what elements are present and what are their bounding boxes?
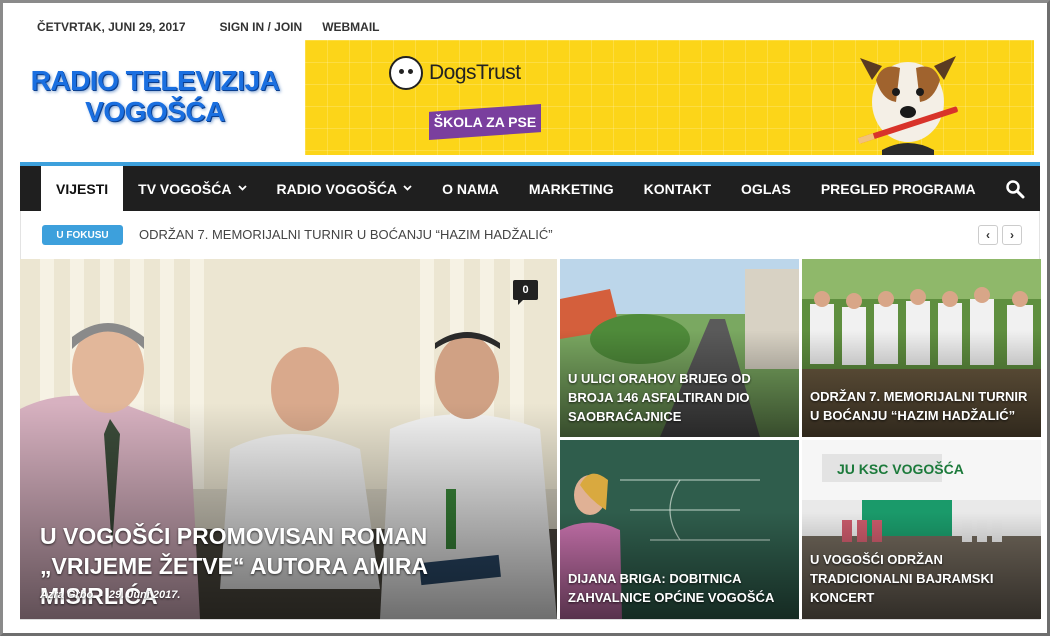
news-ticker: U FOKUSU ODRŽAN 7. MEMORIJALNI TURNIR U … bbox=[20, 211, 1040, 259]
sign-in-link[interactable]: SIGN IN / JOIN bbox=[220, 20, 303, 36]
main-nav: VIJESTI TV VOGOŠĆA RADIO VOGOŠĆA O NAMA … bbox=[20, 166, 1040, 211]
nav-item-label: VIJESTI bbox=[56, 180, 109, 197]
logo-line-2: VOGOŠĆA bbox=[85, 96, 225, 127]
nav-item-label: KONTAKT bbox=[643, 180, 712, 197]
article-card[interactable]: ODRŽAN 7. MEMORIJALNI TURNIR U BOĆANJU “… bbox=[802, 259, 1041, 437]
banner-tagline: ŠKOLA ZA PSE bbox=[429, 104, 541, 140]
nav-item-label: RADIO VOGOŠĆA bbox=[276, 180, 398, 197]
nav-item-label: MARKETING bbox=[528, 180, 614, 197]
search-icon bbox=[1006, 179, 1025, 198]
nav-item-label: OGLAS bbox=[741, 180, 791, 197]
article-card[interactable]: JU KSC VOGOŠĆA U VOGOŠĆI ODRŽAN TRADICIO… bbox=[802, 440, 1041, 619]
nav-item-tv-vogosca[interactable]: TV VOGOŠĆA bbox=[123, 166, 261, 211]
chevron-down-icon bbox=[237, 183, 247, 194]
content-divider bbox=[20, 619, 1040, 620]
nav-item-vijesti[interactable]: VIJESTI bbox=[41, 166, 124, 211]
comment-count-badge[interactable]: 0 bbox=[513, 280, 538, 305]
webmail-link[interactable]: WEBMAIL bbox=[322, 20, 379, 36]
chevron-left-icon: ‹ bbox=[986, 228, 990, 242]
nav-item-label: PREGLED PROGRAMA bbox=[820, 180, 976, 197]
nav-item-marketing[interactable]: MARKETING bbox=[514, 166, 629, 211]
card-title[interactable]: U ULICI ORAHOV BRIJEG OD BROJA 146 ASFAL… bbox=[568, 369, 791, 426]
nav-item-radio-vogosca[interactable]: RADIO VOGOŠĆA bbox=[262, 166, 428, 211]
ticker-next-button[interactable]: › bbox=[1002, 225, 1022, 245]
site-logo[interactable]: RADIO TELEVIZIJA VOGOŠĆA bbox=[21, 65, 289, 127]
article-card[interactable]: U ULICI ORAHOV BRIJEG OD BROJA 146 ASFAL… bbox=[560, 259, 799, 437]
dogs-trust-logo: DogsTrust bbox=[389, 56, 521, 90]
card-title[interactable]: DIJANA BRIGA: DOBITNICA ZAHVALNICE OPĆIN… bbox=[568, 569, 791, 607]
nav-item-label: TV VOGOŠĆA bbox=[138, 180, 232, 197]
current-date: ČETVRTAK, JUNI 29, 2017 bbox=[37, 20, 186, 34]
chevron-right-icon: › bbox=[1010, 228, 1014, 242]
nav-item-o-nama[interactable]: O NAMA bbox=[427, 166, 514, 211]
ad-banner[interactable]: DogsTrust ŠKOLA ZA PSE bbox=[305, 40, 1034, 155]
page-frame: ČETVRTAK, JUNI 29, 2017 SIGN IN / JOIN W… bbox=[0, 0, 1050, 636]
top-bar: ČETVRTAK, JUNI 29, 2017 SIGN IN / JOIN W… bbox=[37, 20, 380, 36]
focus-badge: U FOKUSU bbox=[42, 225, 123, 245]
article-card[interactable]: DIJANA BRIGA: DOBITNICA ZAHVALNICE OPĆIN… bbox=[560, 440, 799, 619]
nav-item-kontakt[interactable]: KONTAKT bbox=[629, 166, 726, 211]
featured-article[interactable]: 0 U VOGOŠĆI PROMOVISAN ROMAN „VRIJEME ŽE… bbox=[20, 259, 557, 619]
nav-item-oglas[interactable]: OGLAS bbox=[726, 166, 806, 211]
meta-separator: - bbox=[99, 589, 103, 601]
chevron-down-icon bbox=[403, 183, 412, 194]
article-author[interactable]: Azra Grbo bbox=[40, 589, 93, 601]
search-button[interactable] bbox=[991, 166, 1040, 211]
nav-item-label: O NAMA bbox=[442, 180, 499, 197]
ticker-prev-button[interactable]: ‹ bbox=[978, 225, 998, 245]
card-title[interactable]: U VOGOŠĆI ODRŽAN TRADICIONALNI BAJRAMSKI… bbox=[810, 550, 1033, 607]
banner-brand: DogsTrust bbox=[429, 61, 521, 84]
svg-text:JU KSC VOGOŠĆA: JU KSC VOGOŠĆA bbox=[837, 460, 964, 477]
card-title[interactable]: ODRŽAN 7. MEMORIJALNI TURNIR U BOĆANJU “… bbox=[810, 387, 1033, 425]
ticker-headline[interactable]: ODRŽAN 7. MEMORIJALNI TURNIR U BOĆANJU “… bbox=[139, 227, 553, 242]
dog-illustration bbox=[857, 56, 958, 155]
featured-meta: Azra Grbo -29. Juni 2017. bbox=[40, 589, 180, 601]
nav-item-pregled-programa[interactable]: PREGLED PROGRAMA bbox=[806, 166, 991, 211]
article-date: 29. Juni 2017. bbox=[108, 589, 181, 601]
dog-face-icon bbox=[389, 56, 423, 90]
logo-line-1: RADIO TELEVIZIJA bbox=[30, 65, 280, 96]
